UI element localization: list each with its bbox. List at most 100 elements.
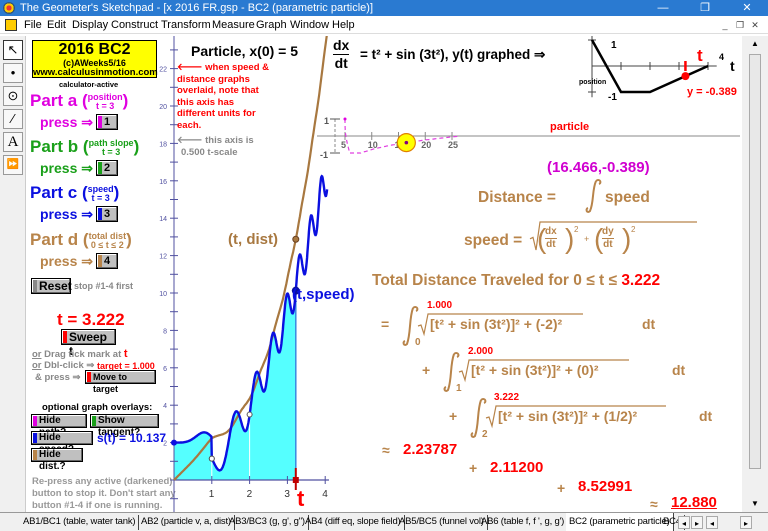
red-arrow-icon: 🡐 — [177, 62, 206, 73]
integral-1-lower: 0 — [415, 337, 421, 348]
dy-dt-frac: dy dt — [602, 226, 614, 251]
frac-num: dx — [545, 226, 557, 239]
menu-measure[interactable]: Measure — [212, 16, 255, 34]
text-tool-icon[interactable]: A — [3, 132, 23, 152]
y-tick-label: 2 — [163, 441, 167, 448]
tab-scroll-left-icon[interactable]: ◂ — [678, 516, 690, 529]
paren-close: ) — [622, 223, 631, 254]
red-note-line: this axis has — [177, 96, 235, 108]
frac-den: dt — [546, 239, 556, 250]
point-tool-icon[interactable]: • — [3, 63, 23, 83]
y-tick-label: 10 — [159, 291, 167, 298]
x-tick-label: 2 — [247, 489, 253, 500]
dist-point-label: (t, dist) — [228, 231, 278, 248]
menu-display[interactable]: Display — [72, 16, 108, 34]
ygraph-current-point — [681, 72, 690, 81]
vertical-scrollbar[interactable]: ▲ ▼ — [742, 36, 768, 512]
dist-point — [292, 235, 300, 243]
scroll-up-icon[interactable]: ▲ — [748, 39, 762, 49]
particle-coordinates: (16.466,-0.389) — [547, 159, 650, 176]
distance-formula-rhs: speed — [605, 189, 650, 206]
tab-ab5-bc5[interactable]: AB5/BC5 (funnel vol) — [396, 515, 488, 530]
integral-1-value: 2.23787 — [403, 441, 458, 458]
path-x-tick-label: 10 — [368, 140, 378, 150]
menu-graph[interactable]: Graph — [256, 16, 287, 34]
integral-2-lower: 1 — [456, 383, 462, 394]
compass-tool-icon[interactable]: ⊙ — [3, 86, 23, 106]
fraction-numerator: dx — [333, 37, 350, 55]
arrow-tool-icon[interactable]: ↖ — [3, 40, 23, 60]
approx-sign-1: ≈ — [382, 442, 390, 458]
sketch-canvas[interactable]: 2016 BC2 (c)AWeeks5/16 www.calculusinmot… — [27, 36, 740, 512]
speed-point-label: (t,speed) — [292, 286, 355, 303]
toolbox: ↖ • ⊙ ⁄ A ⏩ — [0, 36, 26, 512]
total-distance-value: 12.880 — [671, 494, 717, 511]
menu-file[interactable]: File — [24, 16, 42, 34]
open-point — [208, 455, 215, 462]
sketchpad-app-icon — [3, 2, 15, 14]
tab-scroll-right-icon[interactable]: ▸ — [691, 516, 703, 529]
document-icon[interactable] — [5, 19, 17, 31]
total-distance-title: Total Distance Traveled for 0 ≤ t ≤ 3.22… — [372, 272, 660, 290]
plus-sign-1: + — [422, 362, 431, 378]
y-tick-label: 12 — [159, 254, 167, 261]
integral-2-dt: dt — [672, 362, 686, 378]
path-x-tick-label: 20 — [421, 140, 431, 150]
doc-minimize-button[interactable]: _ — [718, 18, 732, 32]
dxdt-fraction: dx dt — [333, 37, 350, 72]
red-note-line: overlaid, note that — [177, 85, 259, 96]
particle-center — [404, 140, 409, 145]
frac-den: dt — [603, 239, 613, 250]
integral-3-upper: 3.222 — [494, 392, 520, 403]
custom-tool-icon[interactable]: ⏩ — [3, 155, 23, 175]
x-tick-label: 3 — [284, 489, 290, 500]
exponent: 2 — [574, 225, 579, 234]
path-x-tick-label: 25 — [448, 140, 458, 150]
y-tick-label: 4 — [163, 403, 167, 410]
tab-ab6[interactable]: AB6 (table f, f ', g, g') — [478, 515, 569, 530]
path-y-label-1: 1 — [324, 116, 330, 126]
plus-sign-4: + — [557, 480, 566, 496]
tab-bc2[interactable]: BC2 (parametric particle) — [566, 513, 674, 531]
y-tick-label: 6 — [163, 366, 167, 373]
integral-2-upper[interactable]: 2.000 — [468, 346, 493, 357]
distance-formula-lhs: Distance = — [478, 189, 556, 206]
path-y-label-neg1: -1 — [320, 150, 329, 160]
close-button[interactable]: ✕ — [732, 0, 762, 16]
tab-ab2[interactable]: AB2 (particle v, a, dist) — [138, 515, 235, 530]
y-tick-label: 16 — [159, 179, 167, 186]
gray-note-line: 0.500 t-scale — [181, 146, 238, 158]
tab-ab4[interactable]: AB4 (diff eq, slope field) — [302, 515, 405, 530]
scroll-thumb[interactable] — [749, 54, 761, 469]
integral-3-value: 8.52991 — [578, 478, 633, 495]
ygraph-y-value: y = -0.389 — [687, 86, 737, 98]
scroll-down-icon[interactable]: ▼ — [748, 499, 762, 509]
tab-first-icon[interactable]: ◂ — [706, 516, 718, 529]
red-axis-note: 🡐 when speed & distance graphs overlaid,… — [177, 62, 269, 131]
approx-sign-2: ≈ — [650, 496, 658, 512]
tab-ab3-bc3[interactable]: AB3/BC3 (g, g', g") — [226, 515, 309, 530]
tab-ab1-bc1[interactable]: AB1/BC1 (table, water tank) — [20, 515, 140, 530]
menu-edit[interactable]: Edit — [47, 16, 66, 34]
maximize-button[interactable]: ❐ — [690, 0, 720, 16]
menu-window[interactable]: Window — [290, 16, 329, 34]
straightedge-tool-icon[interactable]: ⁄ — [3, 109, 23, 129]
doc-close-button[interactable]: ✕ — [748, 18, 762, 32]
page-tab-bar: AB1/BC1 (table, water tank) AB2 (particl… — [0, 512, 768, 531]
paren-close: ) — [565, 223, 574, 254]
tab-last-icon[interactable]: ▸ — [740, 516, 752, 529]
dx-dt-frac: dx dt — [545, 226, 557, 251]
menu-bar: File Edit Display Construct Transform Me… — [0, 16, 768, 34]
plus-sign-2: + — [449, 408, 458, 424]
menu-help[interactable]: Help — [332, 16, 355, 34]
integral-2-integrand: [t² + sin (3t²)]² + (0)² — [471, 362, 599, 378]
minimize-button[interactable]: — — [648, 0, 678, 16]
t-tick-marker-label[interactable]: t — [297, 486, 304, 512]
ygraph-t-axis-label: t — [730, 58, 735, 74]
particle-path-graph: 510152025 — [317, 117, 740, 154]
integral-1-upper[interactable]: 1.000 — [427, 300, 452, 311]
exponent: 2 — [631, 225, 636, 234]
menu-transform[interactable]: Transform — [161, 16, 211, 34]
doc-restore-button[interactable]: ❐ — [733, 18, 747, 32]
menu-construct[interactable]: Construct — [111, 16, 158, 34]
